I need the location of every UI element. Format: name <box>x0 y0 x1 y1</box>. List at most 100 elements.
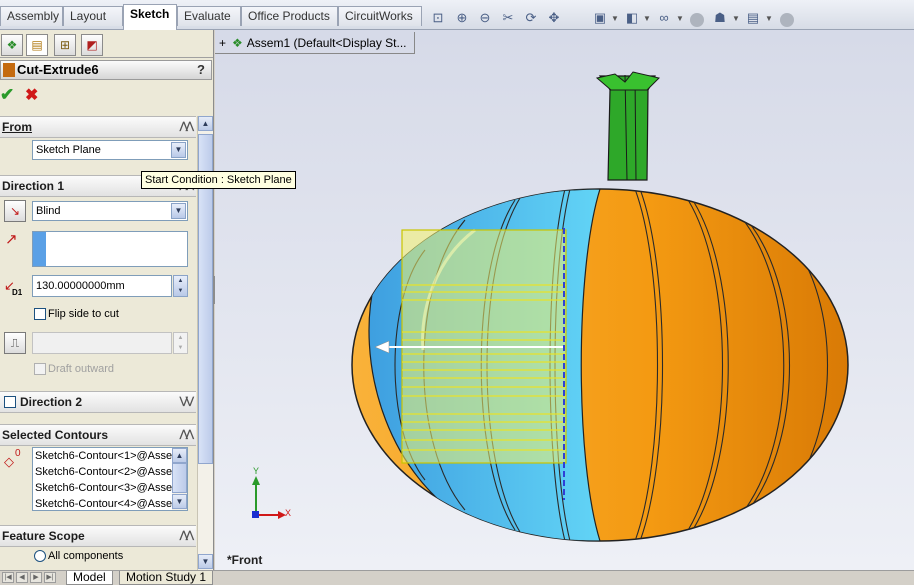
triad-x-label: X <box>285 508 292 518</box>
pumpkin-stem[interactable] <box>595 71 660 181</box>
tooltip: Start Condition : Sketch Plane <box>141 171 296 189</box>
apply-scene-icon[interactable]: ☗ <box>712 10 728 26</box>
ok-check-icon[interactable]: ✔ <box>0 85 14 105</box>
depth-spinner[interactable]: ▲ ▼ <box>173 275 188 297</box>
triad-y-label: Y <box>253 466 260 476</box>
direction2-group-header[interactable]: Direction 2 ⋁⋁ <box>0 391 196 413</box>
feature-title: Cut-Extrude6 <box>17 62 99 77</box>
scroll-up-icon[interactable]: ▲ <box>172 448 187 463</box>
first-tab-icon[interactable]: |◀ <box>2 572 14 583</box>
chevron-down-icon[interactable]: ▼ <box>171 142 186 158</box>
scroll-down-icon[interactable]: ▼ <box>172 494 187 509</box>
edit-appearance-icon[interactable] <box>690 13 704 27</box>
realview-icon[interactable] <box>780 13 794 27</box>
direction-selection-box[interactable] <box>32 231 188 267</box>
reverse-direction-button[interactable]: ↘ <box>4 200 26 222</box>
view-settings-icon[interactable]: ▤ <box>745 10 761 26</box>
list-item[interactable]: Sketch6-Contour<2>@Asse <box>33 464 187 480</box>
tab-motion-study[interactable]: Motion Study 1 <box>119 571 214 585</box>
tab-model[interactable]: Model <box>66 571 113 585</box>
cancel-x-icon[interactable]: ✖ <box>25 85 38 105</box>
tab-office-products[interactable]: Office Products <box>241 6 338 26</box>
tab-assembly[interactable]: Assembly <box>0 6 63 26</box>
draft-outward-label: Draft outward <box>48 363 115 375</box>
collapse-icon[interactable]: ⋀⋀ <box>180 425 194 445</box>
draft-angle-icon: ⎍ <box>10 336 20 350</box>
next-tab-icon[interactable]: ▶ <box>30 572 42 583</box>
scroll-up-icon[interactable]: ▲ <box>198 116 213 131</box>
hide-show-items-icon[interactable]: ∞ <box>656 10 672 26</box>
configurationmanager-tab-icon[interactable]: ⊞ <box>54 34 76 56</box>
contour-icon: ◇ <box>4 454 14 469</box>
display-style-icon[interactable]: ◧ <box>624 10 640 26</box>
feature-scope-group-header[interactable]: Feature Scope ⋀⋀ <box>0 525 196 547</box>
feature-titlebar: Cut-Extrude6 ? <box>0 60 212 80</box>
reverse-direction-icon: ↘ <box>9 204 21 218</box>
tab-layout[interactable]: Layout <box>63 6 123 26</box>
extrude-preview <box>374 228 567 500</box>
previous-view-icon[interactable]: ⊖ <box>477 10 493 26</box>
from-group-title: From <box>2 120 32 134</box>
list-item[interactable]: Sketch6-Contour<1>@Asse <box>33 448 187 464</box>
graphics-area[interactable]: + ❖ Assem1 (Default<Display St... Y X *F… <box>215 30 914 570</box>
draft-angle-input <box>32 332 172 354</box>
zoom-to-area-icon[interactable]: ⊕ <box>454 10 470 26</box>
from-group-header[interactable]: From ⋀⋀ <box>0 116 196 138</box>
chevron-down-icon[interactable]: ▼ <box>171 203 186 219</box>
direction1-group-title: Direction 1 <box>2 179 65 193</box>
list-item[interactable]: Sketch6-Contour<4>@Asse <box>33 496 187 510</box>
collapse-icon[interactable]: ⋀⋀ <box>180 526 194 546</box>
end-condition-select[interactable]: Blind ▼ <box>32 201 188 221</box>
chevron-down-icon[interactable]: ▼ <box>676 14 684 23</box>
section-view-icon[interactable]: ✂ <box>500 10 516 26</box>
help-button[interactable]: ? <box>197 61 205 79</box>
chevron-down-icon[interactable]: ▼ <box>732 14 740 23</box>
chevron-down-icon[interactable]: ▼ <box>643 14 651 23</box>
contour-count: 0 <box>15 448 21 459</box>
scroll-thumb[interactable] <box>172 463 187 493</box>
from-condition-select[interactable]: Sketch Plane ▼ <box>32 140 188 160</box>
pan-icon[interactable]: ✥ <box>546 10 562 26</box>
all-components-radio[interactable] <box>34 550 46 562</box>
flip-side-checkbox[interactable] <box>34 308 46 320</box>
contours-group-title: Selected Contours <box>2 428 109 442</box>
chevron-down-icon[interactable]: ▼ <box>611 14 619 23</box>
chevron-down-icon[interactable]: ▼ <box>765 14 773 23</box>
collapse-icon[interactable]: ⋀⋀ <box>180 117 194 137</box>
cut-extrude-icon <box>3 63 15 77</box>
view-orientation-icon[interactable]: ▣ <box>592 10 608 26</box>
last-tab-icon[interactable]: ▶| <box>44 572 56 583</box>
contours-group-header[interactable]: Selected Contours ⋀⋀ <box>0 424 196 446</box>
flip-side-label: Flip side to cut <box>48 308 119 320</box>
view-orientation-label: *Front <box>227 553 263 567</box>
end-condition-value: Blind <box>36 205 61 217</box>
expand-icon[interactable]: ⋁⋁ <box>180 392 194 412</box>
depth-icon-label: D1 <box>12 288 23 297</box>
all-components-label: All components <box>48 550 124 562</box>
model-view <box>252 71 849 542</box>
tab-sketch[interactable]: Sketch <box>123 4 177 30</box>
bottom-tab-bar: |◀ ◀ ▶ ▶| Model Motion Study 1 <box>0 570 914 585</box>
reference-triad <box>252 476 286 519</box>
tab-evaluate[interactable]: Evaluate <box>177 6 241 26</box>
propertymanager-tab-icon[interactable]: ▤ <box>26 34 48 56</box>
contours-listbox[interactable]: Sketch6-Contour<1>@Asse Sketch6-Contour<… <box>32 447 188 511</box>
draft-toggle-button[interactable]: ⎍ <box>4 332 26 354</box>
contours-scrollbar[interactable]: ▲ ▼ <box>172 448 187 510</box>
rotate-icon[interactable]: ⟳ <box>523 10 539 26</box>
list-item[interactable]: Sketch6-Contour<3>@Asse <box>33 480 187 496</box>
direction2-group-title: Direction 2 <box>20 395 83 409</box>
prev-tab-icon[interactable]: ◀ <box>16 572 28 583</box>
tab-circuitworks[interactable]: CircuitWorks <box>338 6 422 26</box>
direction-arrow-icon: ↗ <box>5 231 18 248</box>
depth-input[interactable]: 130.00000000mm <box>32 275 172 297</box>
draft-outward-checkbox <box>34 363 46 375</box>
featuremanager-tab-icon[interactable]: ❖ <box>1 34 23 56</box>
zoom-to-fit-icon[interactable]: ⊡ <box>430 10 446 26</box>
selection-color-swatch <box>33 232 46 266</box>
displaymanager-tab-icon[interactable]: ◩ <box>81 34 103 56</box>
direction2-checkbox[interactable] <box>4 396 16 408</box>
scroll-down-icon[interactable]: ▼ <box>198 554 213 569</box>
draft-spinner: ▲ ▼ <box>173 332 188 354</box>
from-condition-value: Sketch Plane <box>36 144 101 156</box>
